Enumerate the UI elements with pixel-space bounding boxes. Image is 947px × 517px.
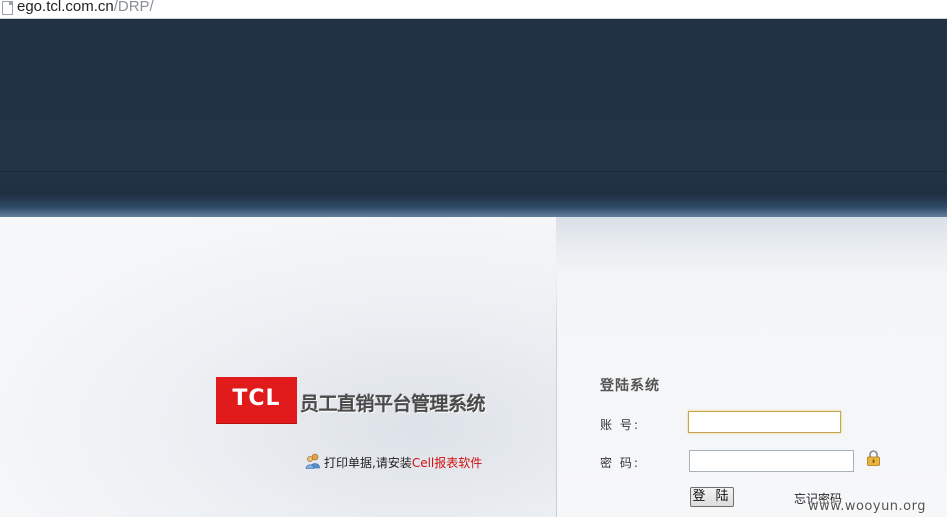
page: ego.tcl.com.cn/DRP/ TCL 员工直销平台管理系统 打印单据,… — [0, 0, 947, 517]
login-title: 登陆系统 — [600, 378, 660, 394]
account-label: 账 号: — [600, 418, 640, 432]
print-hint-label: 打印单据,请安装 — [324, 456, 412, 470]
password-label: 密 码: — [600, 456, 640, 470]
system-title: 员工直销平台管理系统 — [300, 393, 486, 415]
login-button[interactable]: 登 陆 — [690, 487, 734, 507]
url-path: /DRP/ — [113, 0, 154, 15]
tcl-logo-box: TCL — [216, 377, 297, 423]
lock-icon — [867, 450, 880, 466]
page-icon — [2, 1, 13, 15]
print-hint-text: 打印单据,请安装Cell报表软件 — [324, 454, 482, 471]
url-text[interactable]: ego.tcl.com.cn/DRP/ — [17, 0, 154, 16]
watermark: www.wooyun.org — [808, 499, 927, 514]
left-panel: TCL 员工直销平台管理系统 打印单据,请安装Cell报表软件 — [0, 217, 556, 517]
account-input[interactable] — [688, 411, 841, 433]
url-domain: ego.tcl.com.cn — [17, 0, 114, 15]
password-input[interactable] — [689, 450, 854, 472]
header-banner — [0, 19, 947, 217]
users-icon — [305, 453, 320, 469]
panel-divider — [556, 267, 557, 517]
main-area: TCL 员工直销平台管理系统 打印单据,请安装Cell报表软件 登陆系统 账 号… — [0, 217, 947, 517]
tcl-logo-text: TCL — [232, 386, 281, 411]
logo: TCL 员工直销平台管理系统 — [216, 377, 491, 423]
cell-report-link[interactable]: Cell报表软件 — [412, 456, 482, 470]
address-bar[interactable]: ego.tcl.com.cn/DRP/ — [0, 0, 947, 19]
